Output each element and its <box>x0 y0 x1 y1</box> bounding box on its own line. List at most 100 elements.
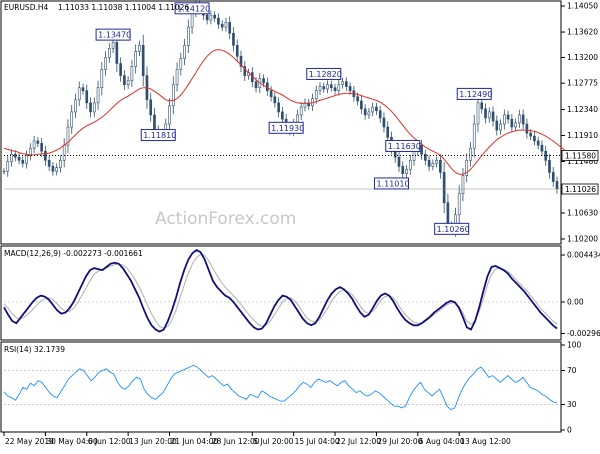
price-y-axis: 1.14050 1.13620 1.13200 1.12775 1.12340 1.119… <box>561 2 599 243</box>
candle-body <box>108 48 111 58</box>
trading-chart: ActionForex.com 1.134701.141201.118101.1… <box>0 0 600 446</box>
candle-body <box>51 166 55 172</box>
candle-body <box>232 32 235 46</box>
candle-body <box>6 161 10 172</box>
svg-text:1.11930: 1.11930 <box>271 124 304 133</box>
price-y-tick-label: 1.10630 <box>567 208 598 217</box>
candle-body <box>442 172 446 203</box>
candle-body <box>205 14 209 21</box>
candle-body <box>375 106 378 112</box>
candle-body <box>59 160 62 168</box>
candle-body <box>397 156 401 167</box>
candle-body <box>472 123 476 149</box>
candle-body <box>529 132 532 137</box>
candle-body <box>62 144 66 161</box>
candle-body <box>337 84 341 92</box>
candle-body <box>487 111 491 119</box>
candle-body <box>412 150 416 161</box>
candle-body <box>314 90 318 99</box>
price-level-label: 1.11010 <box>373 177 410 190</box>
price-y-tick-label: 1.13620 <box>567 28 598 37</box>
candle-body <box>281 111 284 120</box>
candle-body <box>220 23 224 28</box>
candle-body <box>217 17 220 25</box>
price-axis-tag-label: 1.11026 <box>565 185 596 194</box>
candle-body <box>149 99 153 116</box>
candle-body <box>499 123 502 131</box>
candle-body <box>190 11 194 28</box>
candle-body <box>2 170 6 173</box>
svg-text:1.12820: 1.12820 <box>309 70 342 79</box>
rsi-y-axis: 100 70 30 0 <box>561 341 582 435</box>
candle-body <box>363 108 367 116</box>
candle-body <box>341 81 344 85</box>
candle-body <box>457 193 461 216</box>
candle-body <box>171 84 175 107</box>
svg-text:1.11630: 1.11630 <box>388 142 421 151</box>
candle-body <box>81 87 85 92</box>
chart-container: ActionForex.com 1.13470 1.14120 1.11810 1.1… <box>0 0 600 450</box>
candle-body <box>439 160 442 173</box>
candle-body <box>533 135 536 142</box>
candle-body <box>269 90 273 98</box>
candle-body <box>480 102 484 110</box>
candle-body <box>47 160 51 167</box>
candle-body <box>235 45 239 57</box>
candle-body <box>510 118 514 128</box>
candle-body <box>213 14 216 19</box>
price-level-label: 1.12820 <box>306 67 342 80</box>
price-level-label: 1.11930 <box>268 121 304 134</box>
candle-body <box>484 108 487 119</box>
x-tick-label: 5 Jul 20:00 <box>253 437 293 446</box>
price-y-tick-label: 1.14050 <box>567 2 598 11</box>
candle-body <box>521 114 525 125</box>
candle-body <box>130 66 134 81</box>
header-symbol: EURUSD.H4 <box>4 3 48 12</box>
watermark: ActionForex.com <box>155 209 296 229</box>
candle-body <box>104 57 107 70</box>
candle-body <box>77 87 81 101</box>
rsi-y-tick-label: 0 <box>567 426 572 435</box>
rsi-pane <box>0 341 562 433</box>
candle-body <box>382 117 386 128</box>
candle-body <box>96 87 100 104</box>
price-level-label: 1.11810 <box>140 129 176 142</box>
candle-body <box>356 96 359 102</box>
candle-body <box>36 140 40 144</box>
rsi-title: RSI(14) 32.1739 <box>4 345 65 354</box>
candle-body <box>32 140 36 149</box>
candle-body <box>123 75 126 85</box>
price-level-label: 1.10260 <box>434 222 470 235</box>
candle-body <box>55 167 58 172</box>
candle-body <box>141 45 145 76</box>
candle-body <box>514 122 517 128</box>
candle-body <box>138 45 141 52</box>
candle-body <box>525 123 529 134</box>
candle-body <box>322 86 326 90</box>
x-tick-label: 29 Jul 20:00 <box>377 437 422 446</box>
svg-text:1.13470: 1.13470 <box>98 31 131 40</box>
candle-body <box>536 140 540 146</box>
candle-body <box>273 96 277 104</box>
x-tick-label: 6 Aug 04:00 <box>419 437 465 446</box>
price-y-tick-label: 1.11910 <box>567 131 598 140</box>
candle-body <box>469 147 472 161</box>
candle-body <box>431 163 435 167</box>
macd-y-tick-label: 0.004434 <box>567 250 600 259</box>
candle-body <box>405 169 408 174</box>
candle-body <box>40 143 43 152</box>
rsi-y-tick-label: 100 <box>567 341 582 350</box>
candle-body <box>435 160 438 164</box>
candle-body <box>378 110 382 119</box>
candle-body <box>187 26 190 46</box>
candle-body <box>111 42 115 49</box>
candle-body <box>367 111 371 116</box>
candle-body <box>491 111 495 122</box>
candle-body <box>119 63 122 76</box>
candle-body <box>115 42 119 64</box>
candle-body <box>427 160 431 167</box>
candle-body <box>228 22 232 34</box>
candle-body <box>100 69 104 89</box>
svg-text:1.10260: 1.10260 <box>437 225 470 234</box>
candle-body <box>299 106 303 116</box>
